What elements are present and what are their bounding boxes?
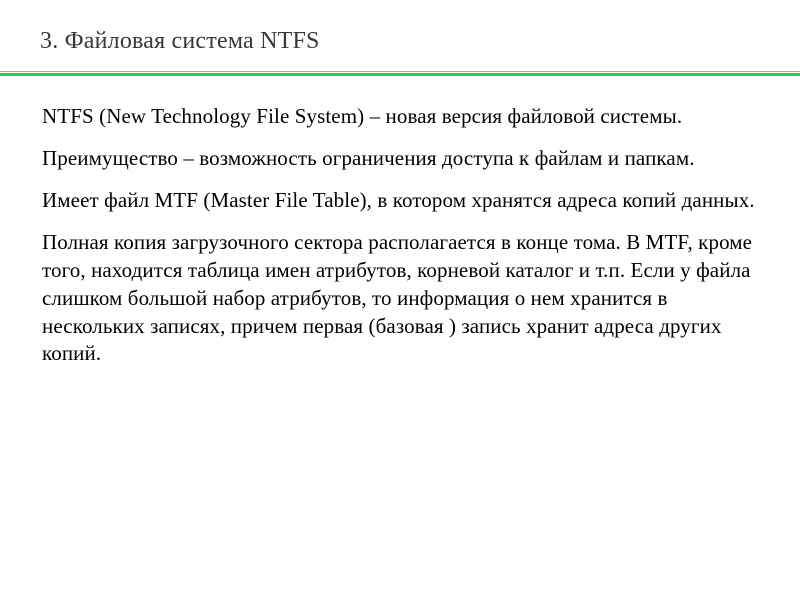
divider-line bbox=[0, 71, 800, 75]
content-area: NTFS (New Technology File System) – нова… bbox=[0, 75, 800, 402]
paragraph: Имеет файл MTF (Master File Table), в ко… bbox=[42, 187, 758, 215]
paragraph: Полная копия загрузочного сектора распол… bbox=[42, 229, 758, 369]
title-area: 3. Файловая система NTFS bbox=[0, 0, 800, 67]
slide-title: 3. Файловая система NTFS bbox=[40, 28, 760, 55]
slide: 3. Файловая система NTFS NTFS (New Techn… bbox=[0, 0, 800, 600]
paragraph: Преимущество – возможность ограничения д… bbox=[42, 145, 758, 173]
paragraph: NTFS (New Technology File System) – нова… bbox=[42, 103, 758, 131]
